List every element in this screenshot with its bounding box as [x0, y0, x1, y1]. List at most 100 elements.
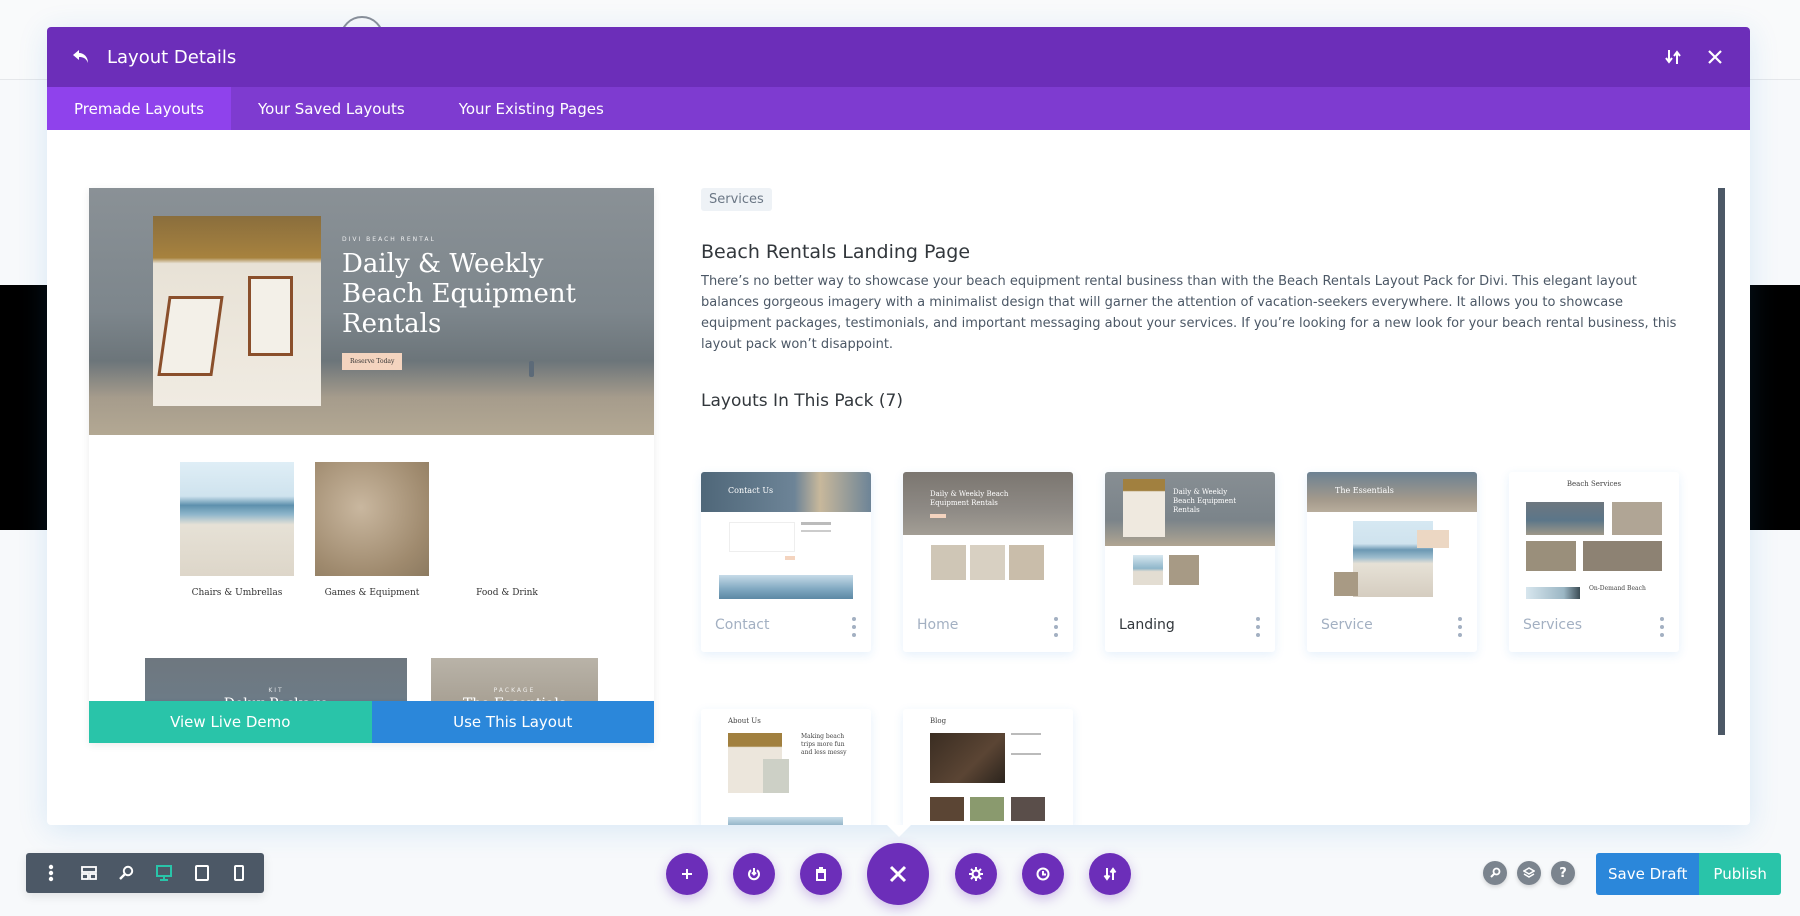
- preview-actions: View Live Demo Use This Layout: [89, 701, 654, 743]
- layout-thumbnail: Contact Us: [701, 472, 871, 599]
- add-button[interactable]: [666, 853, 708, 895]
- clear-layout-button[interactable]: [800, 853, 842, 895]
- add-icon: [681, 868, 693, 880]
- zoom-view-button[interactable]: [107, 853, 145, 893]
- layout-card-name: Service: [1321, 617, 1373, 633]
- modal-title: Layout Details: [107, 46, 237, 68]
- hero-chairs-image: [153, 216, 321, 406]
- page-settings-button[interactable]: [955, 853, 997, 895]
- modal-pointer: [887, 825, 911, 837]
- save-draft-button[interactable]: Save Draft: [1596, 853, 1700, 895]
- category-item: Food & Drink: [450, 462, 564, 598]
- history-button[interactable]: [1022, 853, 1064, 895]
- search-button[interactable]: [1483, 861, 1507, 885]
- tab-existing-pages[interactable]: Your Existing Pages: [432, 87, 631, 130]
- desktop-icon: [155, 865, 172, 881]
- thumb-title: Blog: [930, 717, 947, 725]
- tab-saved-layouts[interactable]: Your Saved Layouts: [231, 87, 432, 130]
- layout-card-name: Landing: [1119, 617, 1175, 633]
- settings-icon: [969, 867, 983, 881]
- layout-card-contact[interactable]: Contact Us Contact: [701, 472, 871, 652]
- layout-title: Beach Rentals Landing Page: [701, 241, 971, 263]
- package-kicker: KIT: [268, 687, 284, 694]
- more-options-icon[interactable]: [1455, 617, 1465, 637]
- pack-title: Layouts In This Pack (7): [701, 391, 903, 411]
- layout-card-about-us[interactable]: About Us Making beach trips more fun and…: [701, 709, 871, 825]
- category-image-placeholder: [450, 462, 564, 576]
- thumb-title: About Us: [728, 717, 761, 725]
- tab-premade-layouts[interactable]: Premade Layouts: [47, 87, 231, 130]
- background-section-left: [0, 285, 48, 530]
- help-button[interactable]: ?: [1551, 861, 1575, 885]
- wireframe-icon: [80, 866, 97, 880]
- close-modal-button[interactable]: [1700, 42, 1730, 72]
- hero-reserve-button: Reserve Today: [342, 353, 403, 370]
- undo-arrow-icon: [72, 49, 90, 65]
- layout-thumbnail: Daily & Weekly Beach Equipment Rentals: [903, 472, 1073, 599]
- package-kicker: PACKAGE: [493, 687, 536, 694]
- hero-title-line: Rentals: [342, 309, 442, 339]
- layout-thumbnail: The Essentials: [1307, 472, 1477, 599]
- layers-button[interactable]: [1517, 861, 1541, 885]
- layout-card-blog[interactable]: Blog: [903, 709, 1073, 825]
- layers-icon: [1523, 867, 1535, 879]
- layout-description: There’s no better way to showcase your b…: [701, 274, 1677, 352]
- wireframe-view-button[interactable]: [70, 853, 108, 893]
- trash-icon: [815, 867, 827, 881]
- category-image: [180, 462, 294, 576]
- background-section-right: [1750, 285, 1800, 530]
- thumb-title: The Essentials: [1335, 486, 1394, 495]
- layout-card-name: Contact: [715, 617, 770, 633]
- zoom-icon: [118, 865, 134, 881]
- layout-card-service[interactable]: The Essentials Service: [1307, 472, 1477, 652]
- layout-thumbnail: About Us Making beach trips more fun and…: [701, 709, 871, 825]
- close-settings-button[interactable]: [867, 843, 929, 905]
- close-icon: [1708, 50, 1722, 64]
- toolbar-menu-button[interactable]: [32, 853, 70, 893]
- more-options-icon[interactable]: [849, 617, 859, 637]
- hero-text: DIVI BEACH RENTAL Daily & Weekly Beach E…: [342, 236, 576, 370]
- layout-details-modal: Layout Details Premade Layouts Your Save…: [47, 27, 1750, 825]
- scrollbar[interactable]: [1718, 188, 1725, 735]
- category-item: Chairs & Umbrellas: [180, 462, 294, 598]
- layout-thumbnail: Beach Services On-Demand Beach: [1509, 472, 1679, 599]
- category-badge[interactable]: Services: [701, 188, 772, 211]
- category-image: [315, 462, 429, 576]
- thumb-title: Contact Us: [728, 486, 774, 495]
- hero-title-line: Daily & Weekly: [342, 249, 544, 279]
- thumb-subtitle: Making beach trips more fun and less mes…: [801, 733, 847, 756]
- publish-button[interactable]: Publish: [1699, 853, 1781, 895]
- view-mode-toolbar: [26, 853, 264, 893]
- view-live-demo-button[interactable]: View Live Demo: [89, 701, 372, 743]
- history-icon: [1036, 867, 1050, 881]
- sort-button[interactable]: [1089, 853, 1131, 895]
- layout-card-landing[interactable]: Daily & Weekly Beach Equipment Rentals L…: [1105, 472, 1275, 652]
- more-options-icon[interactable]: [1657, 617, 1667, 637]
- hero-kicker: DIVI BEACH RENTAL: [342, 236, 436, 243]
- thumb-title: Daily & Weekly Beach Equipment Rentals: [1173, 488, 1237, 514]
- thumb-title: Daily & Weekly Beach Equipment Rentals: [930, 490, 1009, 507]
- hero-title-line: Beach Equipment: [342, 279, 577, 309]
- desktop-view-button[interactable]: [145, 853, 183, 893]
- layout-card-home[interactable]: Daily & Weekly Beach Equipment Rentals H…: [903, 472, 1073, 652]
- hero-title: Daily & Weekly Beach Equipment Rentals: [342, 249, 576, 339]
- sort-icon: [1665, 49, 1681, 65]
- phone-icon: [234, 865, 245, 881]
- more-options-icon[interactable]: [1253, 617, 1263, 637]
- sort-button[interactable]: [1658, 42, 1688, 72]
- hero-person-figure: [529, 361, 534, 377]
- tab-bar: Premade Layouts Your Saved Layouts Your …: [47, 87, 1750, 130]
- preview-hero: DIVI BEACH RENTAL Daily & Weekly Beach E…: [89, 188, 654, 435]
- back-button[interactable]: [67, 43, 95, 71]
- use-this-layout-button[interactable]: Use This Layout: [371, 701, 654, 743]
- more-options-icon[interactable]: [1051, 617, 1061, 637]
- layout-card-services[interactable]: Beach Services On-Demand Beach Services: [1509, 472, 1679, 652]
- layout-card-name: Home: [917, 617, 959, 633]
- modal-header: Layout Details: [47, 27, 1750, 87]
- portability-button[interactable]: [733, 853, 775, 895]
- help-icon: ?: [1559, 865, 1567, 881]
- save-actions: Save Draft Publish: [1596, 853, 1781, 895]
- tablet-view-button[interactable]: [183, 853, 221, 893]
- phone-view-button[interactable]: [220, 853, 258, 893]
- layout-thumbnail: Blog: [903, 709, 1073, 825]
